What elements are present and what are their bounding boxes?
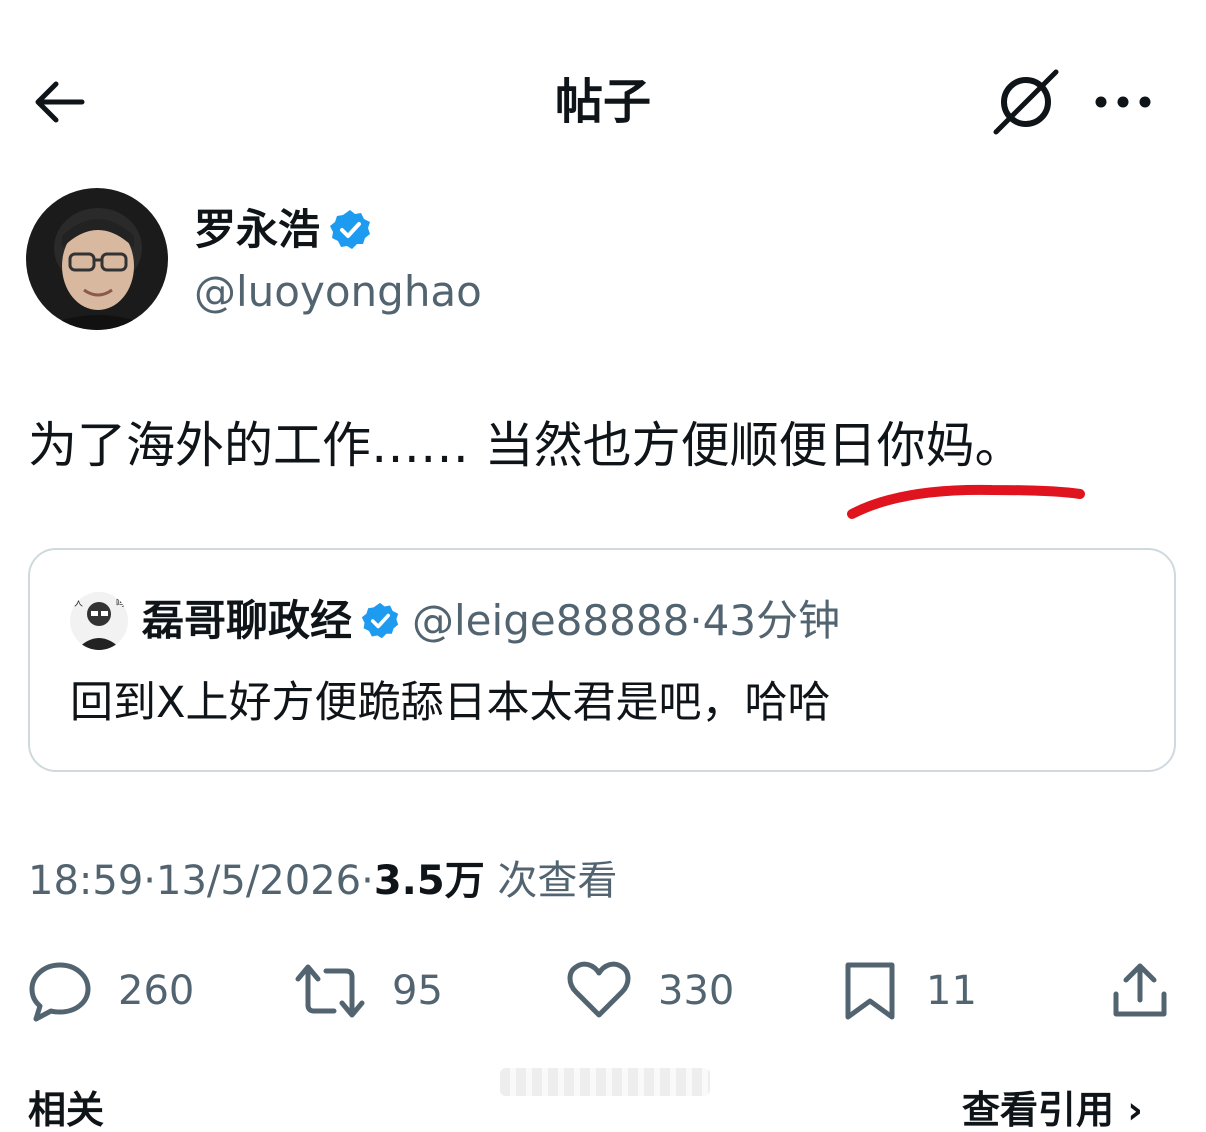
tweet-time: 18:59	[28, 858, 144, 904]
reply-icon	[29, 962, 91, 1022]
quote-text: 回到X上好方便跪舔日本太君是吧，哈哈	[70, 678, 831, 728]
repost-icon	[295, 964, 365, 1018]
avatar-image	[26, 188, 168, 330]
author-name[interactable]: 罗永浩	[194, 200, 372, 260]
bookmark-button[interactable]: 11	[840, 958, 977, 1024]
more-horizontal-icon	[1095, 96, 1151, 108]
red-underline-annotation	[847, 484, 1085, 519]
heart-icon	[567, 961, 631, 1018]
quote-avatar-image: 人 吗	[70, 592, 128, 650]
tweet-text-part2: 日你妈。	[827, 417, 1024, 474]
verified-badge-icon	[330, 210, 371, 249]
repost-count: 95	[392, 968, 443, 1014]
tweet-date: 13/5/2026	[156, 858, 362, 904]
quote-separator: ·	[689, 596, 703, 645]
quote-author-handle[interactable]: @leige88888	[412, 588, 689, 654]
views-count[interactable]: 3.5万	[374, 858, 485, 904]
watermark	[500, 1068, 710, 1096]
bookmark-count: 11	[926, 968, 977, 1014]
quote-time: 43分钟	[702, 596, 841, 645]
quote-avatar[interactable]: 人 吗	[70, 592, 128, 650]
quote-header: 磊哥聊政经 @leige88888 · 43分钟	[142, 588, 840, 654]
more-button[interactable]	[1088, 80, 1158, 124]
reply-button[interactable]: 260	[28, 958, 194, 1024]
repost-button[interactable]: 95	[294, 958, 443, 1024]
reply-count: 260	[118, 968, 195, 1014]
quote-author-name[interactable]: 磊哥聊政经	[142, 588, 352, 654]
quote-tweet-card[interactable]	[28, 548, 1176, 772]
tweet-text-part1: 为了海外的工作…… 当然也方便顺便	[28, 417, 828, 474]
grok-icon	[993, 69, 1059, 135]
meta-separator-2: ·	[361, 858, 374, 904]
author-name-text: 罗永浩	[194, 205, 321, 254]
grok-button[interactable]	[990, 66, 1062, 138]
author-handle[interactable]: @luoyonghao	[194, 262, 482, 322]
share-button[interactable]	[1108, 958, 1172, 1022]
related-label[interactable]: 相关	[28, 1088, 104, 1132]
avatar[interactable]	[26, 188, 168, 330]
like-button[interactable]: 330	[566, 958, 734, 1024]
tweet-meta: 18:59·13/5/2026·3.5万 次查看	[28, 850, 617, 912]
meta-separator-1: ·	[143, 858, 156, 904]
views-label: 次查看	[497, 858, 618, 904]
verified-badge-icon	[361, 602, 399, 639]
view-quotes-link[interactable]: 查看引用 ›	[962, 1088, 1143, 1132]
tweet-text: 为了海外的工作…… 当然也方便顺便日你妈。	[28, 410, 1024, 482]
share-icon	[1113, 963, 1167, 1017]
bookmark-icon	[845, 962, 895, 1020]
like-count: 330	[658, 968, 735, 1014]
